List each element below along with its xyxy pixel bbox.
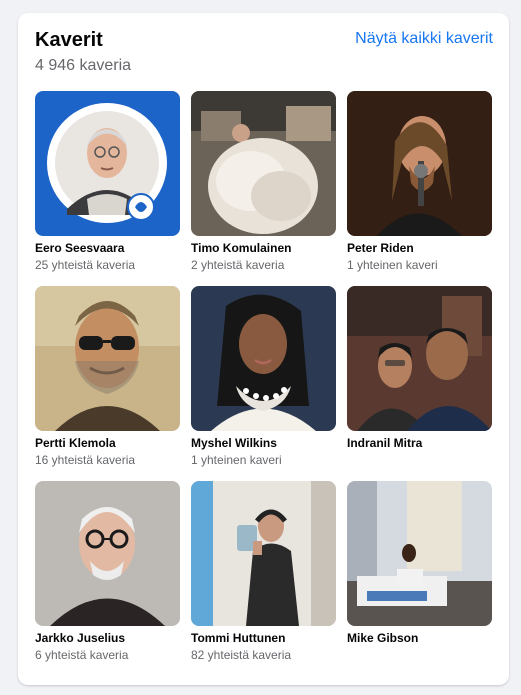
friend-mutual-count: 1 yhteinen kaveri <box>347 258 438 272</box>
friend-tile[interactable]: Tommi Huttunen 82 yhteistä kaveria <box>191 481 336 676</box>
friend-name[interactable]: Peter Riden <box>347 241 492 255</box>
friend-mutual-count: 16 yhteistä kaveria <box>35 453 136 467</box>
friend-tile[interactable]: Eero Seesvaara 25 yhteistä kaveria <box>35 91 180 286</box>
see-all-friends-link[interactable]: Näytä kaikki kaverit <box>355 30 493 48</box>
friend-tile[interactable]: Myshel Wilkins 1 yhteinen kaveri <box>191 286 336 481</box>
friend-name[interactable]: Pertti Klemola <box>35 436 180 450</box>
friend-photo[interactable] <box>347 91 492 236</box>
friend-name[interactable]: Tommi Huttunen <box>191 631 336 645</box>
friend-photo[interactable] <box>191 91 336 236</box>
friend-name[interactable]: Timo Komulainen <box>191 241 336 255</box>
friend-mutual-count: 82 yhteistä kaveria <box>191 648 292 662</box>
friend-name[interactable]: Jarkko Juselius <box>35 631 180 645</box>
friends-count: 4 946 kaveria <box>35 57 132 74</box>
friend-tile[interactable]: Indranil Mitra <box>347 286 492 481</box>
friend-tile[interactable]: Jarkko Juselius 6 yhteistä kaveria <box>35 481 180 676</box>
friend-tile[interactable]: Timo Komulainen 2 yhteistä kaveria <box>191 91 336 286</box>
friend-name[interactable]: Eero Seesvaara <box>35 241 180 255</box>
friend-photo[interactable] <box>35 286 180 431</box>
friends-title: Kaverit <box>35 29 103 51</box>
friend-tile[interactable]: Peter Riden 1 yhteinen kaveri <box>347 91 492 286</box>
friend-mutual-count: 25 yhteistä kaveria <box>35 258 136 272</box>
friend-photo[interactable] <box>347 481 492 626</box>
friend-tile[interactable]: Mike Gibson <box>347 481 492 676</box>
friend-mutual-count: 2 yhteistä kaveria <box>191 258 285 272</box>
friend-name[interactable]: Mike Gibson <box>347 631 492 645</box>
friend-mutual-count: 6 yhteistä kaveria <box>35 648 129 662</box>
friend-photo[interactable] <box>191 481 336 626</box>
friend-photo[interactable] <box>35 91 180 236</box>
friend-photo[interactable] <box>347 286 492 431</box>
friend-photo[interactable] <box>35 481 180 626</box>
friend-name[interactable]: Indranil Mitra <box>347 436 492 450</box>
friend-name[interactable]: Myshel Wilkins <box>191 436 336 450</box>
friends-grid: Eero Seesvaara 25 yhteistä kaveria Timo … <box>35 91 492 676</box>
friend-photo[interactable] <box>191 286 336 431</box>
friend-tile[interactable]: Pertti Klemola 16 yhteistä kaveria <box>35 286 180 481</box>
friends-card: Kaverit 4 946 kaveria Näytä kaikki kaver… <box>18 13 509 685</box>
friend-mutual-count: 1 yhteinen kaveri <box>191 453 282 467</box>
